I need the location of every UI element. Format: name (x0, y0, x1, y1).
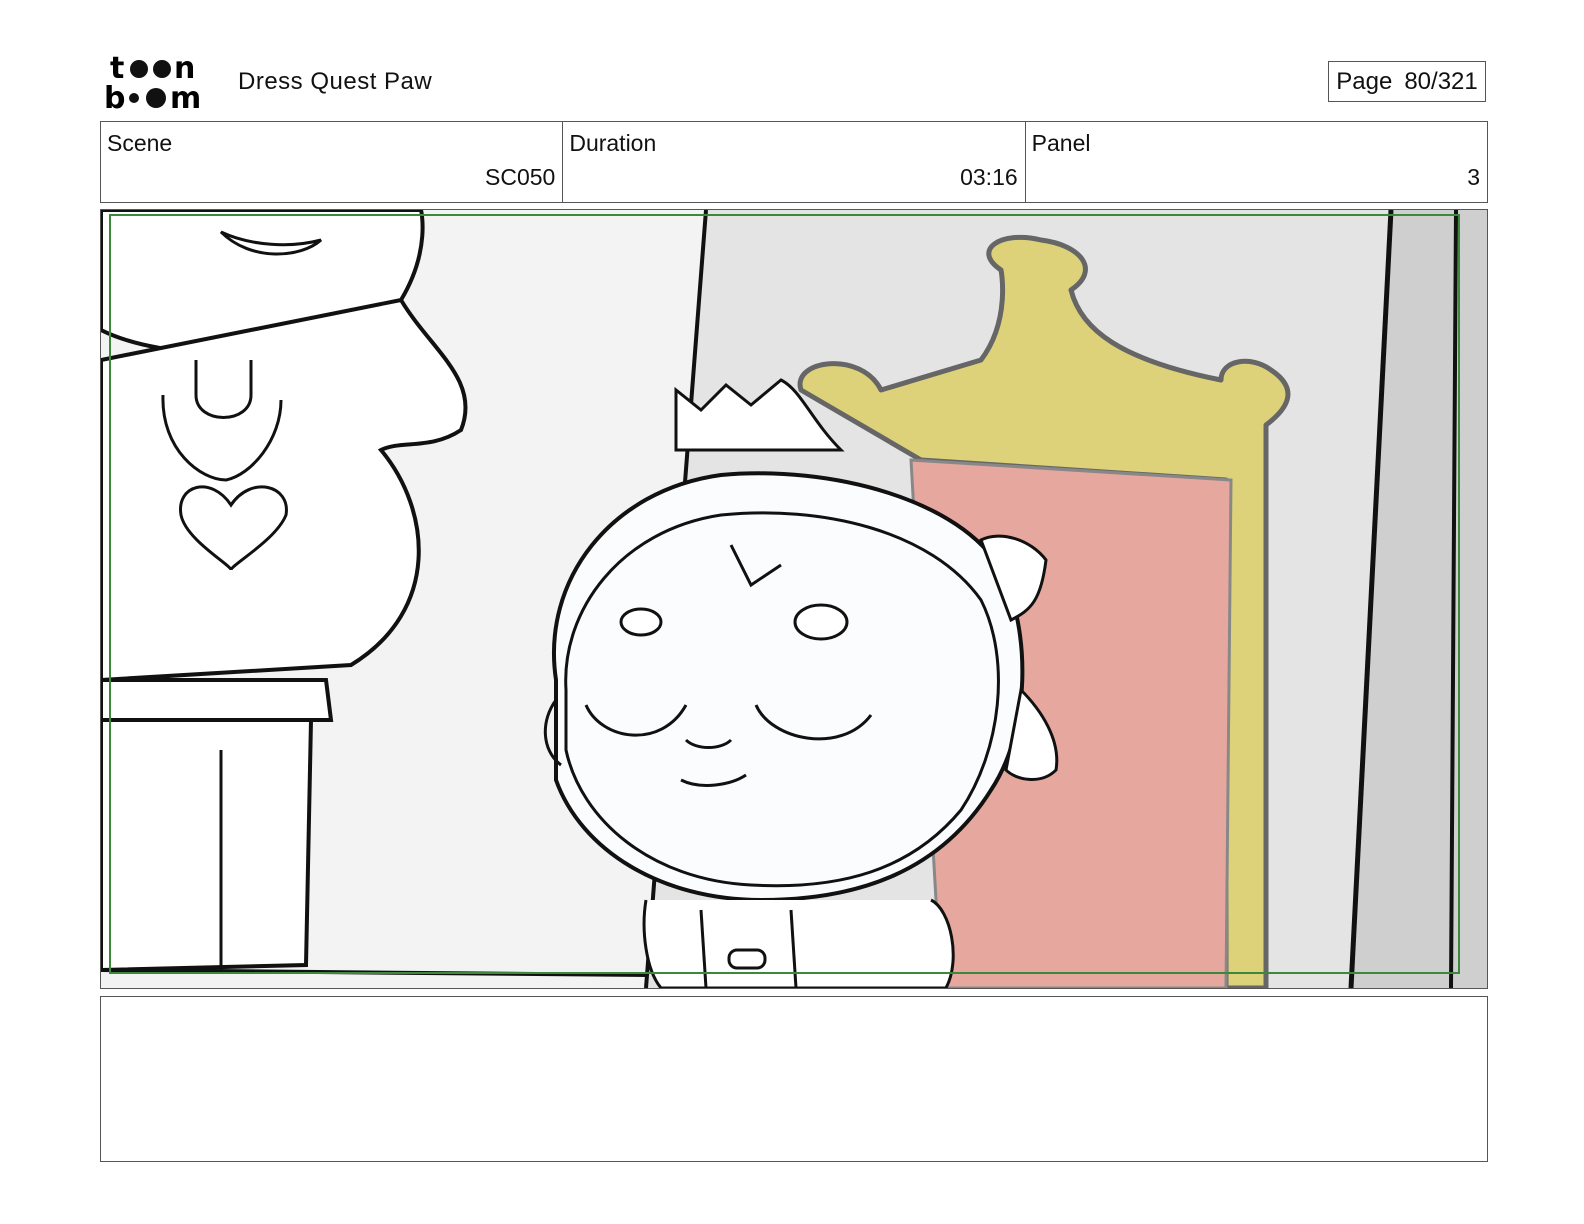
panel-info-table: Scene SC050 Duration 03:16 Panel 3 (100, 121, 1488, 203)
svg-text:m: m (170, 81, 201, 112)
page-number: 80/321 (1404, 67, 1478, 95)
scene-label: Scene (107, 130, 173, 156)
project-title: Dress Quest Paw (238, 68, 433, 95)
page-indicator: Page 80/321 (1328, 61, 1486, 102)
panel-label: Panel (1031, 130, 1091, 156)
duration-label: Duration (569, 130, 657, 156)
duration-cell: Duration 03:16 (563, 122, 1026, 202)
storyboard-drawing (101, 210, 1487, 988)
panel-value: 3 (1467, 164, 1480, 190)
scene-value: SC050 (485, 164, 556, 190)
svg-text:b: b (104, 81, 125, 112)
panel-notes (100, 996, 1488, 1162)
panel-cell: Panel 3 (1026, 122, 1487, 202)
storyboard-panel (100, 209, 1488, 989)
toon-boom-logo: t n b m (104, 51, 201, 112)
page-label: Page (1336, 67, 1393, 95)
scene-cell: Scene SC050 (101, 122, 564, 202)
duration-value: 03:16 (960, 164, 1018, 190)
